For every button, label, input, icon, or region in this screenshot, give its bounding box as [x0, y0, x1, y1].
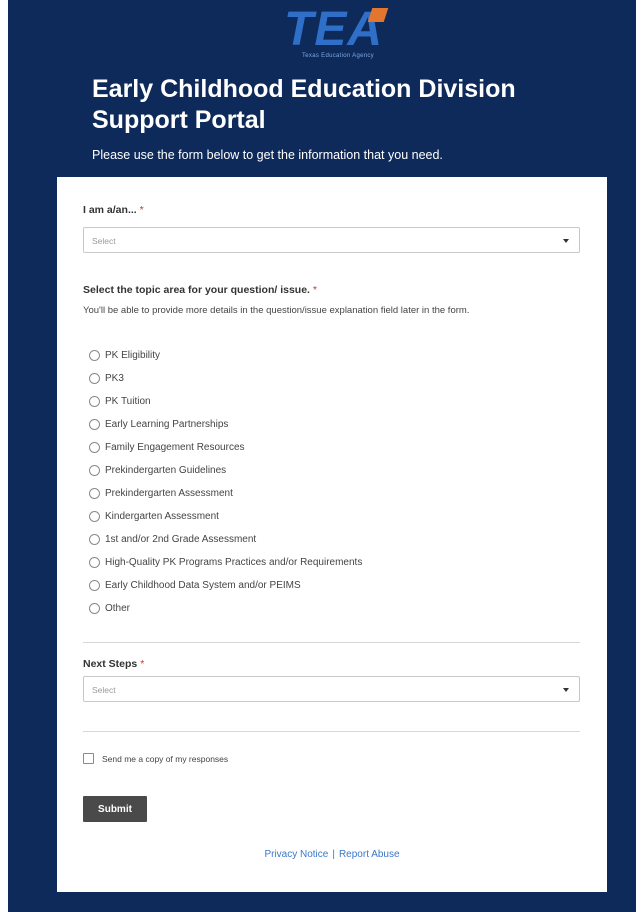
copy-responses-checkbox[interactable] — [83, 753, 94, 764]
option-label: High-Quality PK Programs Practices and/o… — [105, 557, 363, 568]
role-select[interactable]: Select — [83, 227, 580, 253]
topic-question-label: Select the topic area for your question/… — [83, 284, 317, 296]
logo-flag-icon — [367, 8, 389, 22]
topic-option[interactable]: Family Engagement Resources — [89, 436, 362, 459]
radio-button[interactable] — [89, 580, 100, 591]
role-question-label: I am a/an... * — [83, 204, 144, 216]
option-label: Other — [105, 603, 131, 614]
page-subtitle: Please use the form below to get the inf… — [92, 148, 443, 162]
option-label: PK3 — [105, 373, 124, 384]
option-label: PK Eligibility — [105, 350, 161, 361]
required-mark: * — [312, 284, 317, 296]
topic-option[interactable]: PK Tuition — [89, 390, 362, 413]
topic-option[interactable]: Early Learning Partnerships — [89, 413, 362, 436]
form-card: I am a/an... * Select Select the topic a… — [57, 177, 607, 892]
role-label-text: I am a/an... — [83, 204, 137, 216]
copy-responses-label: Send me a copy of my responses — [102, 753, 229, 764]
radio-button[interactable] — [89, 603, 100, 614]
caret-down-icon — [563, 688, 569, 692]
footer-separator: | — [332, 849, 335, 860]
option-label: Early Learning Partnerships — [105, 419, 229, 430]
copy-responses-row[interactable]: Send me a copy of my responses — [83, 753, 228, 764]
radio-button[interactable] — [89, 465, 100, 476]
radio-button[interactable] — [89, 534, 100, 545]
option-label: Prekindergarten Guidelines — [105, 465, 227, 476]
topic-option[interactable]: PK3 — [89, 367, 362, 390]
option-label: 1st and/or 2nd Grade Assessment — [105, 534, 257, 545]
topic-option[interactable]: 1st and/or 2nd Grade Assessment — [89, 528, 362, 551]
footer-links: Privacy Notice | Report Abuse — [57, 849, 607, 860]
radio-button[interactable] — [89, 396, 100, 407]
topic-label-text: Select the topic area for your question/… — [83, 284, 310, 296]
topic-option[interactable]: Prekindergarten Assessment — [89, 482, 362, 505]
topic-option[interactable]: Other — [89, 597, 362, 620]
next-steps-select-placeholder: Select — [92, 685, 116, 695]
radio-button[interactable] — [89, 373, 100, 384]
option-label: Prekindergarten Assessment — [105, 488, 233, 499]
topic-helper-text: You'll be able to provide more details i… — [83, 305, 470, 316]
topic-option[interactable]: Kindergarten Assessment — [89, 505, 362, 528]
page-title: Early Childhood Education Division Suppo… — [92, 75, 516, 134]
required-mark: * — [140, 658, 145, 670]
submit-button[interactable]: Submit — [83, 796, 147, 822]
logo-subtitle: Texas Education Agency — [302, 53, 374, 59]
privacy-notice-link[interactable]: Privacy Notice — [264, 849, 328, 860]
radio-button[interactable] — [89, 488, 100, 499]
section-divider — [83, 731, 580, 732]
next-steps-label-text: Next Steps — [83, 658, 138, 670]
topic-options: PK Eligibility PK3 PK Tuition Early Lear… — [89, 344, 362, 620]
next-steps-select[interactable]: Select — [83, 676, 580, 702]
option-label: Family Engagement Resources — [105, 442, 245, 453]
radio-button[interactable] — [89, 557, 100, 568]
role-select-placeholder: Select — [92, 236, 116, 246]
option-label: PK Tuition — [105, 396, 151, 407]
radio-button[interactable] — [89, 350, 100, 361]
topic-option[interactable]: Early Childhood Data System and/or PEIMS — [89, 574, 362, 597]
topic-option[interactable]: Prekindergarten Guidelines — [89, 459, 362, 482]
tea-logo: TEA Texas Education Agency — [284, 3, 394, 60]
report-abuse-link[interactable]: Report Abuse — [339, 849, 400, 860]
next-steps-question-label: Next Steps * — [83, 658, 144, 670]
radio-button[interactable] — [89, 419, 100, 430]
radio-button[interactable] — [89, 511, 100, 522]
required-mark: * — [139, 204, 144, 216]
topic-option[interactable]: High-Quality PK Programs Practices and/o… — [89, 551, 362, 574]
section-divider — [83, 642, 580, 643]
caret-down-icon — [563, 239, 569, 243]
radio-button[interactable] — [89, 442, 100, 453]
option-label: Kindergarten Assessment — [105, 511, 219, 522]
topic-option[interactable]: PK Eligibility — [89, 344, 362, 367]
logo-text: TEA — [284, 3, 383, 56]
option-label: Early Childhood Data System and/or PEIMS — [105, 580, 301, 591]
